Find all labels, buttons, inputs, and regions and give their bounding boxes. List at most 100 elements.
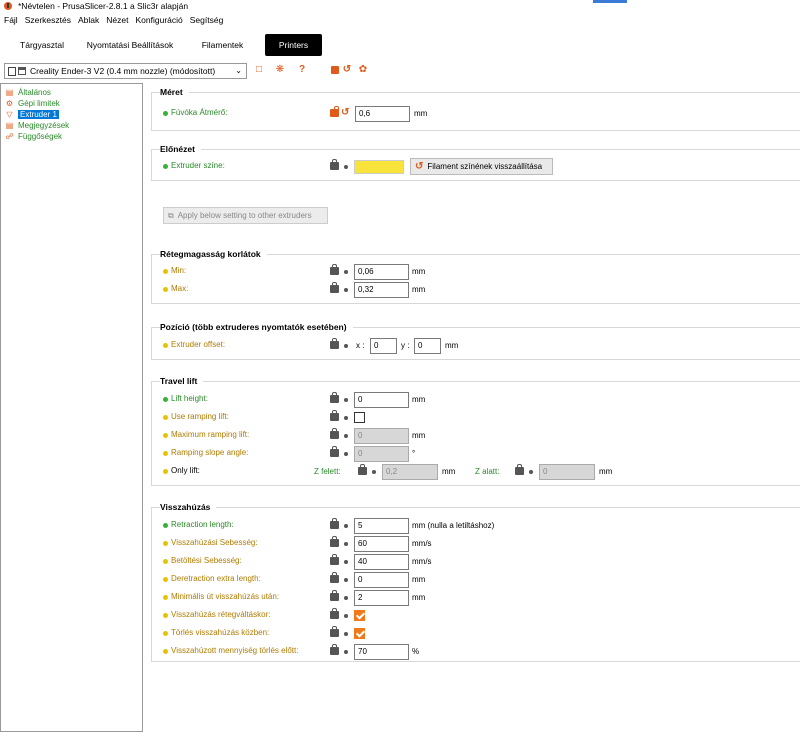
system-value-bullet-icon — [344, 560, 348, 564]
min-layer-height-input[interactable]: 0,06 — [354, 264, 409, 280]
menu-file[interactable]: Fájl — [4, 15, 18, 25]
load-speed-input[interactable]: 40 — [354, 554, 409, 570]
lock-icon[interactable] — [330, 446, 339, 457]
z-below-input[interactable]: 0 — [539, 464, 595, 480]
compare-icon[interactable]: ❋ — [274, 64, 286, 76]
lock-icon[interactable] — [330, 264, 339, 275]
lock-icon[interactable] — [330, 428, 339, 439]
extruder-color-swatch[interactable] — [354, 160, 404, 174]
settings-icon[interactable]: ✿ — [357, 64, 369, 76]
save-icon[interactable]: □ — [253, 64, 265, 76]
setting-label: Maximum ramping lift: — [171, 430, 250, 439]
retraction-speed-input[interactable]: 60 — [354, 536, 409, 552]
status-dot — [163, 631, 168, 636]
setting-label: Max: — [171, 284, 189, 293]
lock-icon[interactable] — [358, 464, 367, 475]
lock-icon[interactable] — [330, 392, 339, 403]
unit-label: mm — [414, 109, 428, 118]
setting-retraction-speed: Visszahúzási Sebesség: 60 mm/s — [152, 535, 800, 553]
setting-only-lift: Only lift: Z felett: 0,2 mm Z alatt: 0 m… — [152, 463, 800, 481]
help-icon[interactable]: ? — [296, 64, 308, 76]
nozzle-diameter-input[interactable]: 0,6 — [355, 106, 410, 122]
status-dot — [163, 287, 168, 292]
extruder-offset-x-input[interactable]: 0 — [370, 338, 397, 354]
status-dot — [163, 164, 168, 169]
use-ramping-lift-checkbox[interactable] — [354, 412, 365, 423]
extruder-offset-y-input[interactable]: 0 — [414, 338, 441, 354]
lock-icon[interactable] — [330, 410, 339, 421]
lock-icon[interactable] — [515, 464, 524, 475]
max-layer-height-input[interactable]: 0,32 — [354, 282, 409, 298]
undo-icon[interactable]: ↺ — [341, 64, 353, 76]
lock-icon[interactable] — [330, 554, 339, 565]
setting-label: Fúvóka Átmérő: — [171, 108, 228, 117]
lock-icon[interactable] — [330, 608, 339, 619]
printer-preset-select[interactable]: Creality Ender-3 V2 (0.4 mm nozzle) (mód… — [4, 63, 247, 79]
nav-item-general[interactable]: ▤ Általános — [1, 87, 142, 98]
setting-label: Lift height: — [171, 394, 208, 403]
setting-deretraction-extra-length: Deretraction extra length: 0 mm — [152, 571, 800, 589]
lock-icon[interactable] — [330, 338, 339, 349]
menu-window[interactable]: Ablak — [78, 15, 99, 25]
z-above-input[interactable]: 0,2 — [382, 464, 438, 480]
tab-bar: Tárgyasztal Nyomtatási Beállítások Filam… — [0, 32, 800, 58]
title-bar: *Névtelen - PrusaSlicer-2.8.1 a Slic3r a… — [0, 0, 800, 12]
group-title: Visszahúzás — [160, 502, 217, 512]
apply-to-other-extruders-button[interactable]: ⧉ Apply below setting to other extruders — [163, 207, 328, 224]
nav-item-extruder-1[interactable]: ▽ Extruder 1 — [1, 109, 142, 120]
nav-item-notes[interactable]: ▤ Megjegyzések — [1, 120, 142, 131]
lock-icon[interactable] — [330, 644, 339, 655]
reset-filament-color-button[interactable]: ↺ Filament színének visszaállítása — [410, 158, 553, 175]
undo-icon[interactable]: ↺ — [341, 107, 349, 118]
retract-on-layer-change-checkbox[interactable] — [354, 610, 365, 621]
lock-icon[interactable] — [330, 590, 339, 601]
lock-icon[interactable] — [330, 626, 339, 637]
unlock-icon[interactable] — [330, 106, 339, 117]
x-label: x : — [356, 341, 365, 350]
setting-label: Visszahúzott mennyiség törlés előtt: — [171, 646, 299, 655]
status-dot — [163, 433, 168, 438]
copy-icon: ⧉ — [168, 210, 174, 220]
min-travel-input[interactable]: 2 — [354, 590, 409, 606]
setting-label: Betöltési Sebesség: — [171, 556, 242, 565]
system-value-bullet-icon — [344, 632, 348, 636]
retraction-length-input[interactable]: 5 — [354, 518, 409, 534]
button-label: Apply below setting to other extruders — [177, 211, 312, 220]
group-extruder-position: Pozíció (több extruderes nyomtatók eseté… — [151, 322, 800, 360]
tab-plater[interactable]: Tárgyasztal — [4, 34, 80, 56]
lock-icon[interactable] — [330, 536, 339, 547]
lock-icon[interactable] — [330, 159, 339, 170]
status-dot — [163, 415, 168, 420]
chevron-down-icon: ⌄ — [235, 66, 242, 75]
lock-icon[interactable] — [330, 282, 339, 293]
lift-height-input[interactable]: 0 — [354, 392, 409, 408]
note-icon: ▤ — [5, 121, 14, 130]
z-above-label: Z felett: — [314, 467, 341, 476]
menu-view[interactable]: Nézet — [106, 15, 128, 25]
nav-item-dependencies[interactable]: ☍ Függőségek — [1, 131, 142, 142]
setting-label: Min: — [171, 266, 187, 275]
lock-icon[interactable] — [330, 572, 339, 583]
setting-load-speed: Betöltési Sebesség: 40 mm/s — [152, 553, 800, 571]
tab-printers[interactable]: Printers — [265, 34, 322, 56]
undo-icon: ↺ — [415, 161, 424, 172]
prusaslicer-logo-icon — [4, 2, 12, 10]
menu-help[interactable]: Segítség — [190, 15, 224, 25]
unit-label: mm — [412, 593, 426, 602]
window-title: *Névtelen - PrusaSlicer-2.8.1 a Slic3r a… — [18, 1, 189, 11]
wipe-while-retracting-checkbox[interactable] — [354, 628, 365, 639]
lock-icon[interactable] — [330, 518, 339, 529]
tab-print-settings[interactable]: Nyomtatási Beállítások — [80, 34, 180, 56]
status-dot — [163, 111, 168, 116]
setting-retraction-length: Retraction length: 5 mm (nulla a letiltá… — [152, 517, 800, 535]
menu-edit[interactable]: Szerkesztés — [25, 15, 71, 25]
ramping-slope-angle-input[interactable]: 0 — [354, 446, 409, 462]
unlock-icon[interactable] — [331, 66, 339, 74]
deretraction-extra-length-input[interactable]: 0 — [354, 572, 409, 588]
menu-configuration[interactable]: Konfiguráció — [135, 15, 182, 25]
nav-item-machine-limits[interactable]: ⚙ Gépi limitek — [1, 98, 142, 109]
retract-before-wipe-input[interactable]: 70 — [354, 644, 409, 660]
tab-filaments[interactable]: Filamentek — [190, 34, 255, 56]
max-ramping-lift-input[interactable]: 0 — [354, 428, 409, 444]
setting-ramping-slope-angle: Ramping slope angle: 0 ° — [152, 445, 800, 463]
